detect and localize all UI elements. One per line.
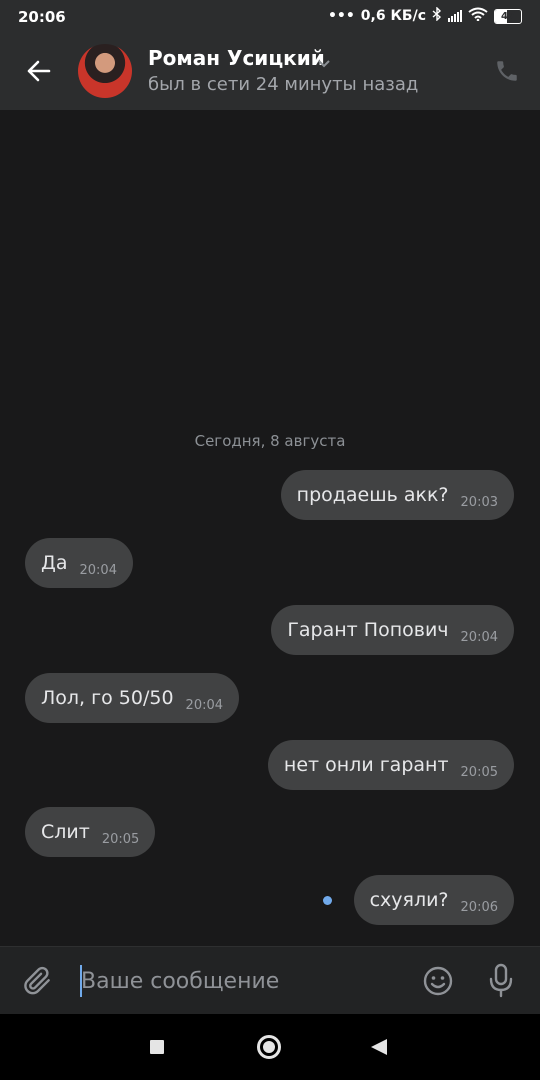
chevron-down-icon[interactable] [317, 54, 331, 73]
message-bubble-outgoing[interactable]: Гарант Попович 20:04 [271, 605, 514, 655]
message-time: 20:06 [460, 899, 498, 915]
message-time: 20:04 [185, 697, 224, 713]
message-time: 20:03 [460, 494, 498, 510]
message-text: Да [41, 552, 68, 574]
avatar[interactable] [78, 44, 132, 98]
date-separator: Сегодня, 8 августа [194, 432, 346, 450]
chat-header: Роман Усицкий был в сети 24 минуты назад [0, 34, 540, 110]
message-text: схуяли? [369, 889, 449, 911]
signal-icon [448, 10, 462, 22]
battery-level: 47 [501, 10, 515, 22]
emoji-icon[interactable] [422, 965, 454, 1001]
network-speed: 0,6 КБ/с [360, 8, 426, 24]
message-text: продаешь акк? [296, 484, 449, 506]
message-bubble-incoming[interactable]: Да 20:04 [25, 538, 133, 588]
dots-icon: ••• [327, 8, 355, 24]
status-icons: ••• 0,6 КБ/с 47 [327, 6, 522, 25]
message-text: Гарант Попович [287, 619, 449, 641]
contact-status: был в сети 24 минуты назад [148, 74, 419, 95]
message-time: 20:05 [101, 831, 140, 847]
wifi-icon [468, 7, 488, 25]
back-arrow-icon[interactable] [24, 56, 54, 86]
status-bar: 20:06 ••• 0,6 КБ/с 47 [0, 0, 540, 34]
message-time: 20:04 [79, 562, 117, 578]
battery-icon: 47 [494, 8, 522, 24]
message-bubble-incoming[interactable]: Лол, го 50/50 20:04 [25, 673, 240, 723]
message-text: Слит [41, 821, 90, 843]
phone-icon[interactable] [494, 58, 520, 88]
message-bubble-incoming[interactable]: Слит 20:05 [25, 807, 156, 857]
message-time: 20:05 [460, 764, 498, 780]
paperclip-icon[interactable] [22, 965, 54, 1001]
message-bubble-outgoing[interactable]: продаешь акк? 20:03 [280, 470, 514, 520]
message-time: 20:04 [460, 629, 498, 645]
microphone-icon[interactable] [486, 963, 516, 1003]
bluetooth-icon [432, 6, 442, 25]
message-composer: Ваше сообщение [0, 946, 540, 1015]
status-time: 20:06 [18, 8, 66, 26]
message-text: нет онли гарант [283, 754, 449, 776]
contact-name[interactable]: Роман Усицкий [148, 46, 325, 70]
recents-icon[interactable] [150, 1040, 164, 1054]
message-text: Лол, го 50/50 [41, 687, 174, 709]
message-bubble-outgoing[interactable]: нет онли гарант 20:05 [267, 740, 514, 790]
home-icon[interactable] [257, 1035, 281, 1059]
unread-indicator [323, 896, 332, 905]
message-bubble-outgoing[interactable]: схуяли? 20:06 [353, 875, 514, 925]
system-nav-bar [0, 1014, 540, 1080]
message-input[interactable]: Ваше сообщение [81, 969, 279, 994]
message-list[interactable]: Сегодня, 8 августа продаешь акк? 20:03 Д… [0, 110, 540, 946]
nav-back-icon[interactable] [371, 1039, 387, 1055]
